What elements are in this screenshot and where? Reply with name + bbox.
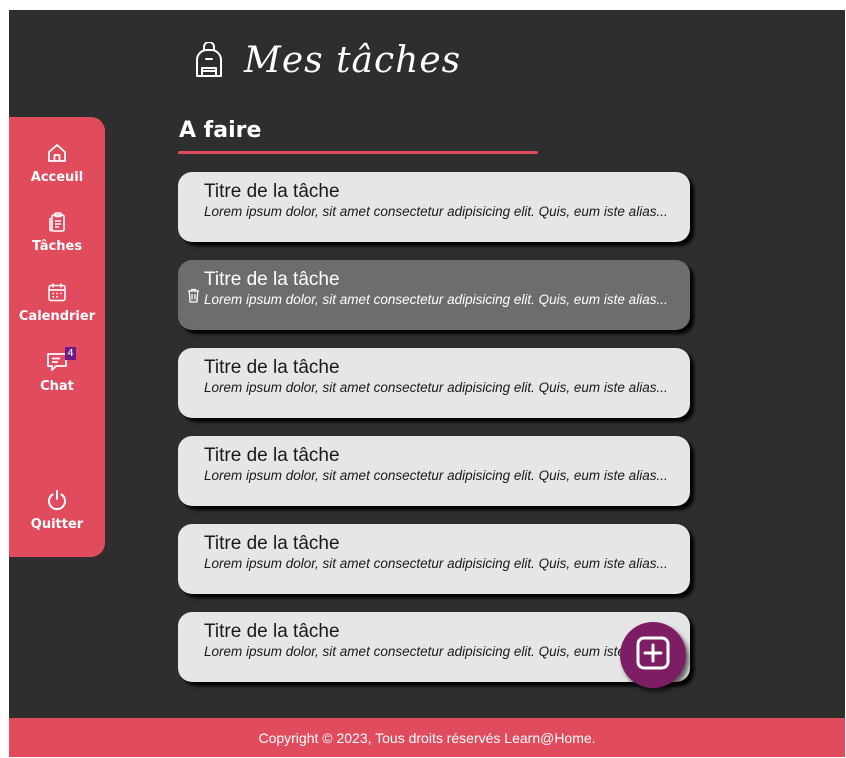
task-card[interactable]: Titre de la tâche Lorem ipsum dolor, sit… (178, 172, 690, 242)
sidebar-item-label: Acceuil (30, 170, 84, 185)
clipboard-icon (45, 210, 69, 234)
footer: Copyright © 2023, Tous droits réservés L… (9, 718, 845, 757)
sidebar-item-label: Chat (40, 379, 74, 394)
task-description: Lorem ipsum dolor, sit amet consectetur … (204, 644, 668, 659)
sidebar-item-label: Calendrier (18, 309, 96, 324)
task-title: Titre de la tâche (204, 269, 340, 290)
task-card[interactable]: Titre de la tâche Lorem ipsum dolor, sit… (178, 612, 690, 682)
task-title: Titre de la tâche (204, 533, 340, 554)
page-header: Mes tâches (192, 35, 461, 85)
sidebar-item-label: Tâches (31, 239, 83, 254)
task-card[interactable]: Titre de la tâche Lorem ipsum dolor, sit… (178, 260, 690, 330)
task-title: Titre de la tâche (204, 181, 340, 202)
home-icon (45, 141, 69, 165)
task-description: Lorem ipsum dolor, sit amet consectetur … (204, 556, 668, 571)
sidebar-item-calendrier[interactable]: Calendrier (9, 280, 105, 324)
task-card[interactable]: Titre de la tâche Lorem ipsum dolor, sit… (178, 348, 690, 418)
section-divider (178, 151, 538, 154)
calendar-icon (45, 280, 69, 304)
task-description: Lorem ipsum dolor, sit amet consectetur … (204, 292, 668, 307)
task-title: Titre de la tâche (204, 621, 340, 642)
power-icon (45, 488, 69, 512)
section-title: A faire (179, 118, 262, 143)
task-description: Lorem ipsum dolor, sit amet consectetur … (204, 204, 668, 219)
task-description: Lorem ipsum dolor, sit amet consectetur … (204, 468, 668, 483)
sidebar-item-chat[interactable]: 4 Chat (9, 347, 105, 394)
sidebar-item-taches[interactable]: Tâches (9, 210, 105, 254)
app-frame: Mes tâches Acceuil Tâches Calendrier 4 C… (9, 10, 845, 757)
backpack-icon (192, 41, 226, 79)
add-task-button[interactable] (620, 622, 686, 688)
task-title: Titre de la tâche (204, 357, 340, 378)
task-description: Lorem ipsum dolor, sit amet consectetur … (204, 380, 668, 395)
chat-badge: 4 (65, 347, 76, 360)
plus-square-icon (635, 635, 671, 676)
trash-icon[interactable] (186, 287, 200, 303)
sidebar-item-quitter[interactable]: Quitter (9, 488, 105, 532)
page-title: Mes tâches (244, 39, 462, 81)
task-card[interactable]: Titre de la tâche Lorem ipsum dolor, sit… (178, 524, 690, 594)
sidebar-item-acceuil[interactable]: Acceuil (9, 141, 105, 185)
chat-icon: 4 (45, 347, 76, 374)
sidebar-item-label: Quitter (30, 517, 84, 532)
sidebar: Acceuil Tâches Calendrier 4 Chat Quitter (9, 117, 105, 557)
task-title: Titre de la tâche (204, 445, 340, 466)
copyright-text: Copyright © 2023, Tous droits réservés L… (258, 729, 596, 746)
task-card[interactable]: Titre de la tâche Lorem ipsum dolor, sit… (178, 436, 690, 506)
